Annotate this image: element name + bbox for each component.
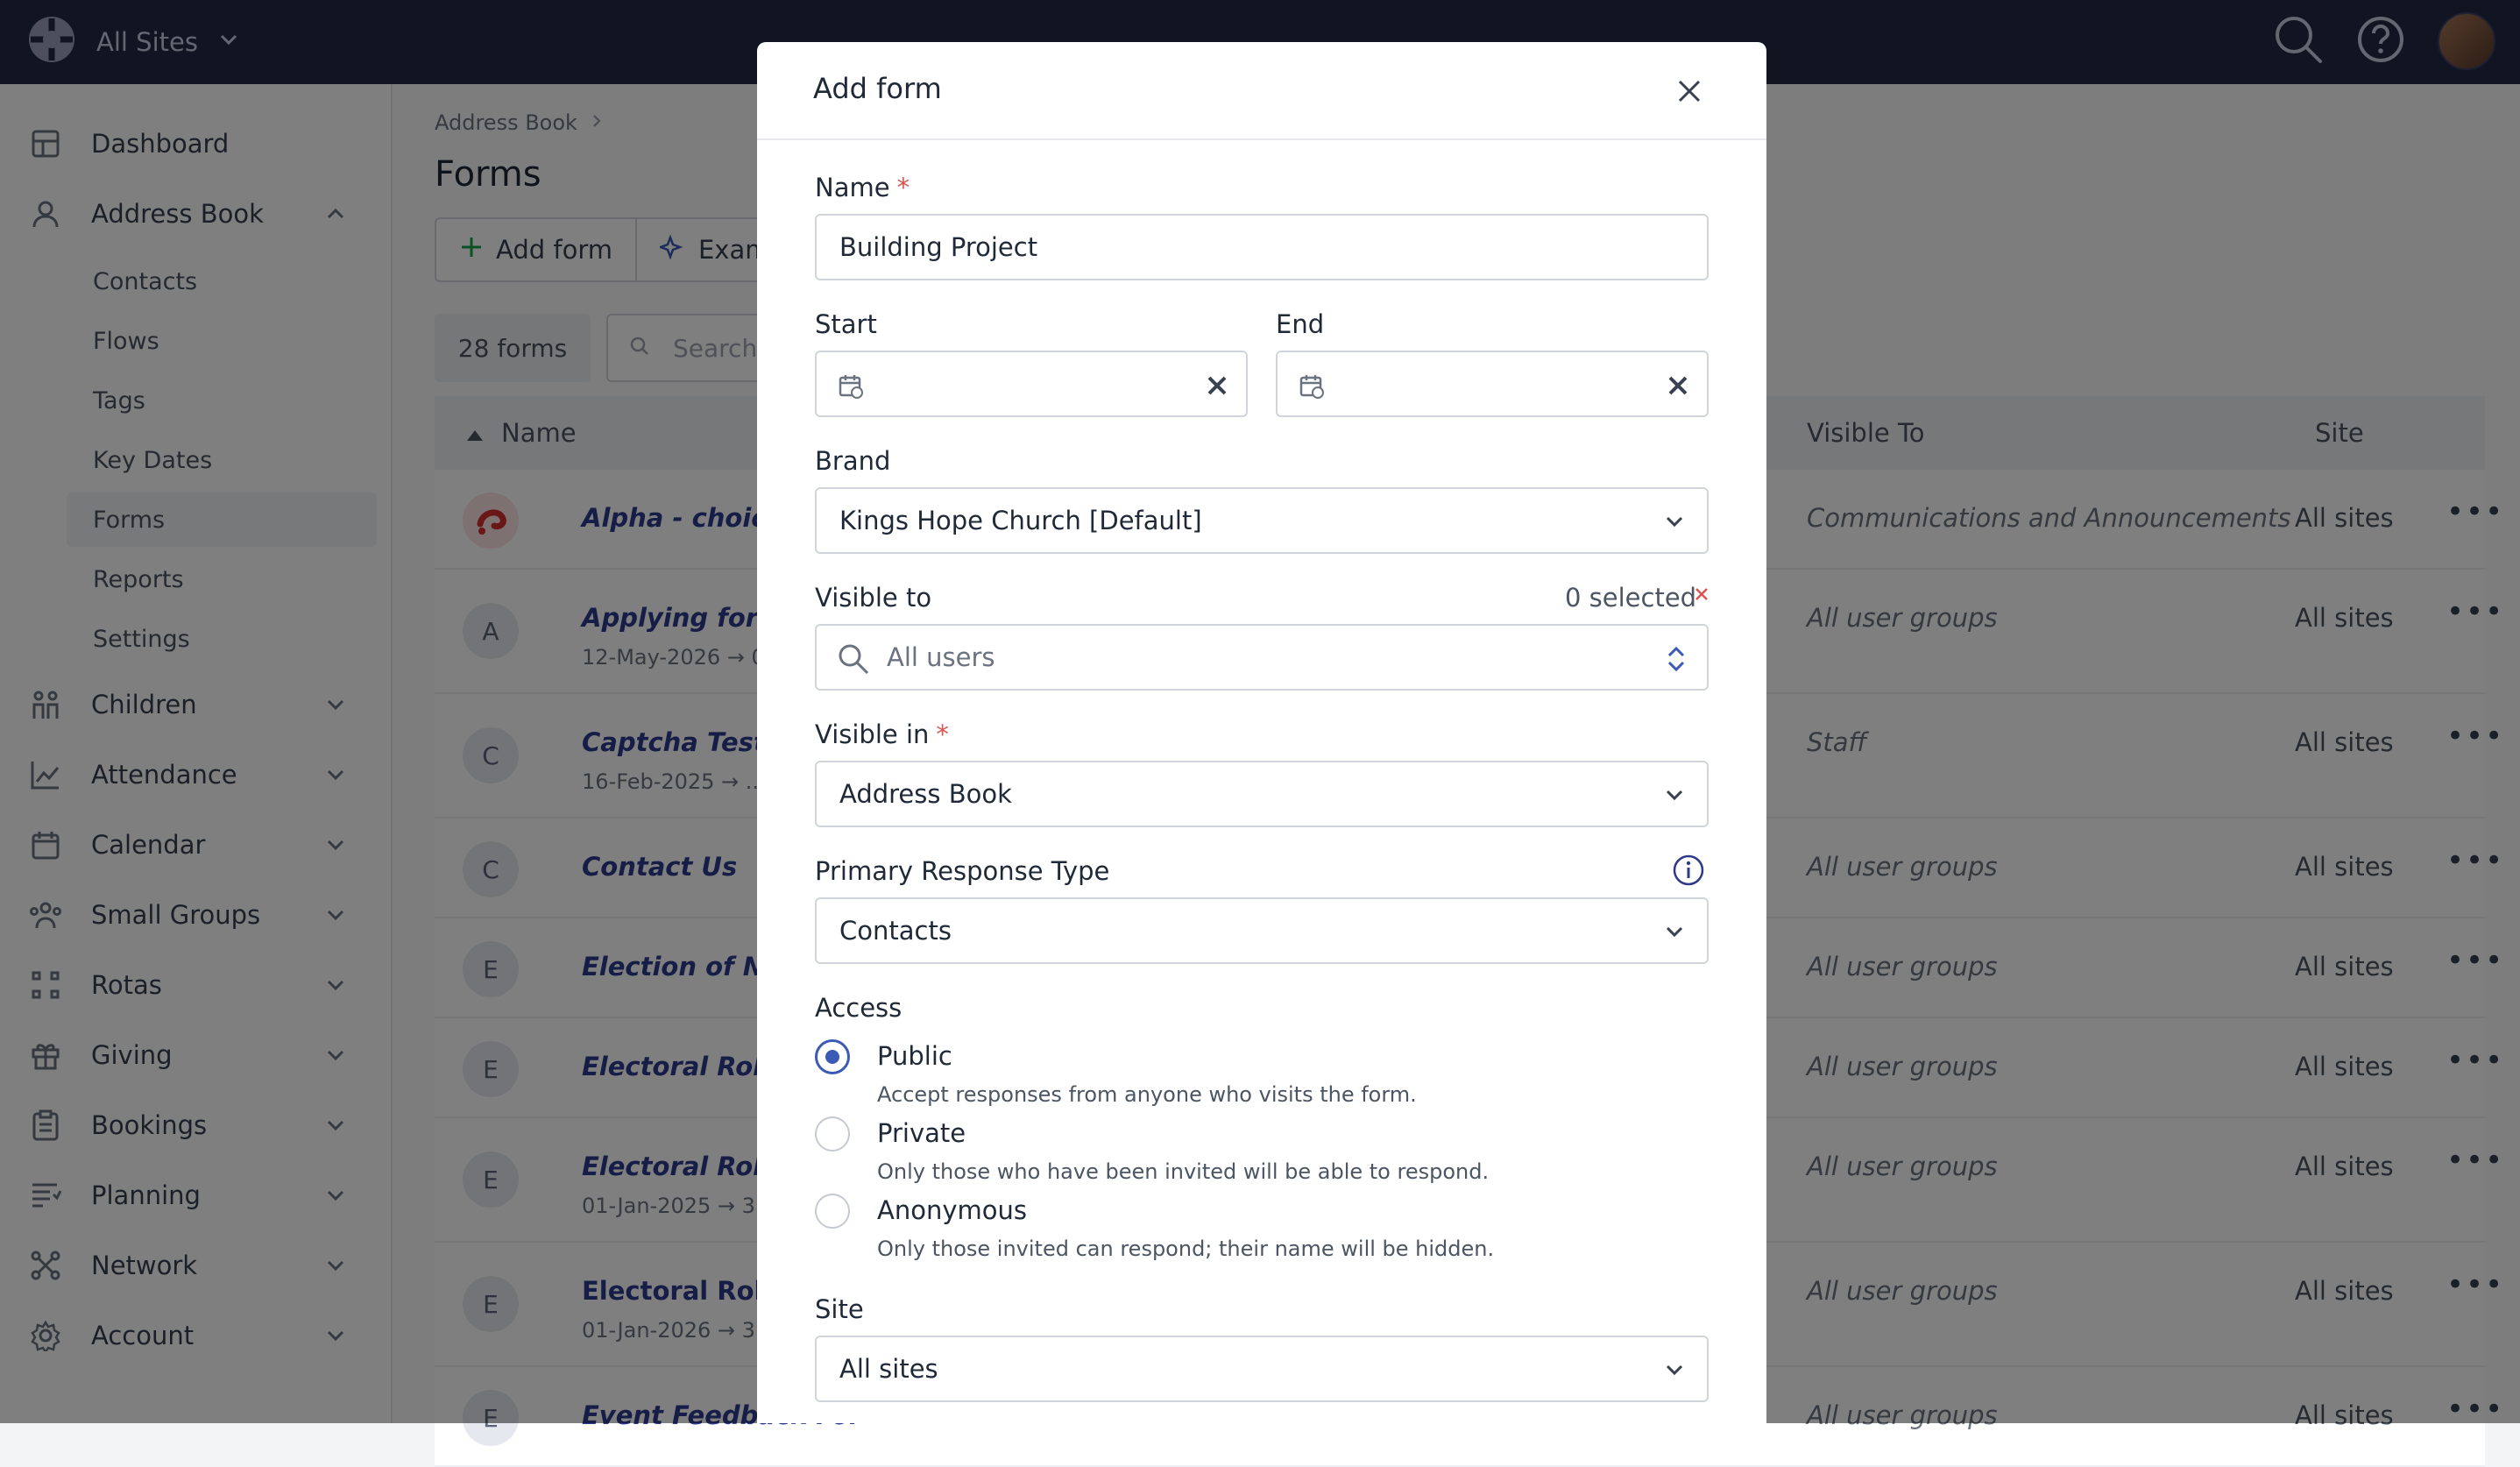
site-label: Site [815,1294,864,1324]
access-public-description: Accept responses from anyone who visits … [877,1082,1417,1107]
brand-select-value: Kings Hope Church [Default] [839,506,1202,535]
brand-label: Brand [815,446,891,476]
clear-icon[interactable] [1667,373,1689,403]
brand-select[interactable]: Kings Hope Church [Default] [815,487,1709,554]
visible-in-label-text: Visible in [815,719,930,749]
access-private-label[interactable]: Private [877,1118,966,1148]
visible-in-select-value: Address Book [839,779,1012,809]
access-public-label[interactable]: Public [877,1041,952,1071]
chevron-down-icon [1661,1357,1688,1383]
visible-to-placeholder: All users [887,642,995,672]
access-public-radio[interactable] [815,1039,850,1074]
start-label: Start [815,309,877,339]
end-date-input[interactable] [1276,351,1709,417]
search-icon [836,641,871,683]
access-private-radio[interactable] [815,1116,850,1152]
add-form-dialog: Add form Name * Building Project Start En… [757,42,1766,1423]
name-label: Name * [815,173,910,202]
close-icon[interactable] [1668,70,1710,112]
required-marker: * [936,719,949,749]
clear-selection-icon[interactable] [1693,585,1710,606]
name-label-text: Name [815,173,890,202]
visible-to-multiselect[interactable]: All users [815,624,1709,691]
access-label: Access [815,993,903,1023]
clear-icon[interactable] [1206,373,1228,403]
up-down-icon [1665,641,1688,683]
visible-in-label: Visible in * [815,719,949,749]
visible-to-label: Visible to [815,583,932,613]
visible-to-count: 0 selected [1565,583,1697,613]
calendar-icon [1299,373,1325,406]
response-type-select-value: Contacts [839,916,952,946]
response-type-select[interactable]: Contacts [815,897,1709,964]
visible-in-select[interactable]: Address Book [815,761,1709,827]
chevron-down-icon [1661,508,1688,535]
required-marker: * [896,173,910,202]
site-select-value: All sites [839,1354,938,1384]
dialog-title: Add form [813,72,942,105]
access-private-description: Only those who have been invited will be… [877,1159,1490,1184]
access-anonymous-description: Only those invited can respond; their na… [877,1237,1495,1261]
access-anonymous-label[interactable]: Anonymous [877,1195,1027,1225]
response-type-label: Primary Response Type [815,856,1110,886]
dialog-header: Add form [757,42,1766,140]
name-input[interactable]: Building Project [815,214,1709,280]
calendar-icon [838,373,864,406]
end-label: End [1276,309,1325,339]
chevron-down-icon [1661,918,1688,945]
site-select[interactable]: All sites [815,1336,1709,1402]
start-date-input[interactable] [815,351,1248,417]
chevron-down-icon [1661,782,1688,808]
name-input-value: Building Project [839,232,1038,262]
access-anonymous-radio[interactable] [815,1194,850,1229]
info-icon[interactable] [1672,854,1705,890]
